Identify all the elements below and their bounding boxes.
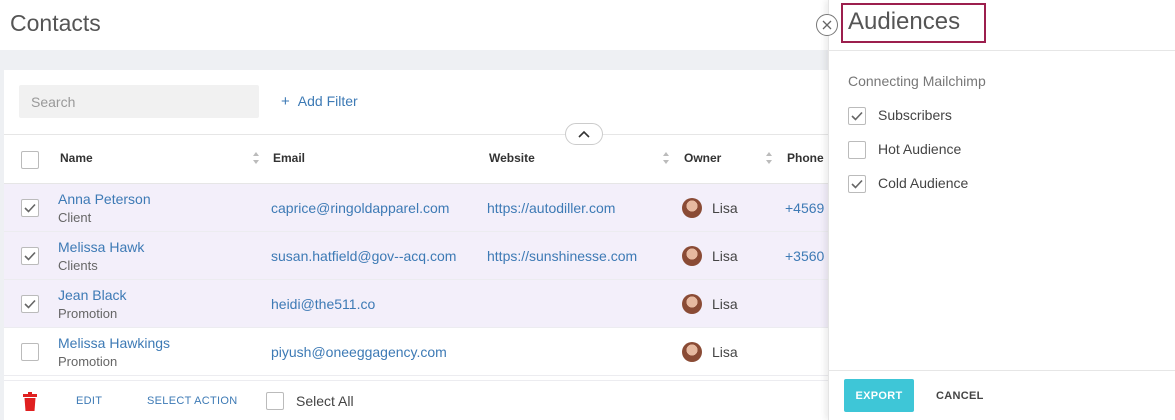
row-checkbox[interactable] <box>21 343 39 361</box>
owner-avatar <box>682 198 702 218</box>
column-header-name[interactable]: Name <box>60 151 93 165</box>
owner-name: Lisa <box>712 296 738 312</box>
select-action-button[interactable]: SELECT ACTION <box>147 395 238 407</box>
close-panel-button[interactable] <box>816 14 838 36</box>
audience-checkbox-cold[interactable] <box>848 175 866 193</box>
phone-link[interactable]: +4569 <box>785 200 824 216</box>
audiences-panel <box>828 0 1175 420</box>
website-link[interactable]: https://autodiller.com <box>487 200 615 216</box>
contact-name-link[interactable]: Melissa Hawk <box>58 239 144 255</box>
audience-label[interactable]: Cold Audience <box>878 175 968 191</box>
email-link[interactable]: caprice@ringoldapparel.com <box>271 200 449 216</box>
bulk-actions-bar <box>4 380 828 420</box>
audience-checkbox-hot[interactable] <box>848 141 866 159</box>
website-link[interactable]: https://sunshinesse.com <box>487 248 637 264</box>
panel-title: Audiences <box>848 8 961 35</box>
page-title: Contacts <box>10 10 101 36</box>
edit-button[interactable]: EDIT <box>76 395 102 407</box>
cancel-button[interactable]: CANCEL <box>936 390 984 402</box>
owner-name: Lisa <box>712 248 738 264</box>
header-band <box>0 50 828 70</box>
select-all-checkbox[interactable] <box>266 392 284 410</box>
add-filter-button[interactable]: + Add Filter <box>281 93 358 109</box>
select-all-header-checkbox[interactable] <box>21 151 39 169</box>
plus-icon: + <box>281 92 290 110</box>
row-checkbox[interactable] <box>21 247 39 265</box>
owner-name: Lisa <box>712 344 738 360</box>
panel-divider <box>828 50 1175 51</box>
phone-link[interactable]: +3560 <box>785 248 824 264</box>
check-icon <box>24 299 36 309</box>
email-link[interactable]: susan.hatfield@gov--acq.com <box>271 248 456 264</box>
search-input[interactable] <box>19 85 259 118</box>
check-icon <box>851 111 863 121</box>
contact-name-link[interactable]: Anna Peterson <box>58 191 151 207</box>
contact-name-link[interactable]: Jean Black <box>58 287 126 303</box>
owner-name: Lisa <box>712 200 738 216</box>
row-checkbox[interactable] <box>21 295 39 313</box>
check-icon <box>24 203 36 213</box>
owner-avatar <box>682 294 702 314</box>
check-icon <box>851 179 863 189</box>
audience-label[interactable]: Subscribers <box>878 107 952 123</box>
email-link[interactable]: piyush@oneeggagency.com <box>271 344 447 360</box>
collapse-toolbar-button[interactable] <box>565 123 603 145</box>
column-header-owner[interactable]: Owner <box>684 151 721 165</box>
column-header-phone[interactable]: Phone <box>787 151 824 165</box>
toolbar-divider <box>4 134 828 135</box>
column-header-email[interactable]: Email <box>273 151 305 165</box>
trash-icon[interactable] <box>22 392 38 412</box>
page-header <box>0 0 828 50</box>
sort-icon[interactable] <box>662 151 670 165</box>
contact-type: Client <box>58 210 92 225</box>
owner-avatar <box>682 342 702 362</box>
column-header-website[interactable]: Website <box>489 151 535 165</box>
sort-icon[interactable] <box>252 151 260 165</box>
row-checkbox[interactable] <box>21 199 39 217</box>
owner-avatar <box>682 246 702 266</box>
add-filter-label: Add Filter <box>297 93 358 109</box>
chevron-up-icon <box>578 130 590 138</box>
contact-name-link[interactable]: Melissa Hawkings <box>58 335 170 351</box>
check-icon <box>24 251 36 261</box>
close-icon <box>822 20 832 30</box>
contact-type: Clients <box>58 258 98 273</box>
select-all-label: Select All <box>296 393 354 409</box>
contact-type: Promotion <box>58 306 118 321</box>
panel-footer-divider <box>828 370 1175 371</box>
contact-type: Promotion <box>58 354 118 369</box>
panel-subtitle: Connecting Mailchimp <box>848 73 986 89</box>
audience-checkbox-subscribers[interactable] <box>848 107 866 125</box>
sort-icon[interactable] <box>765 151 773 165</box>
audience-label[interactable]: Hot Audience <box>878 141 961 157</box>
email-link[interactable]: heidi@the511.co <box>271 296 375 312</box>
export-button[interactable]: EXPORT <box>844 379 914 412</box>
table-row[interactable] <box>4 280 828 328</box>
